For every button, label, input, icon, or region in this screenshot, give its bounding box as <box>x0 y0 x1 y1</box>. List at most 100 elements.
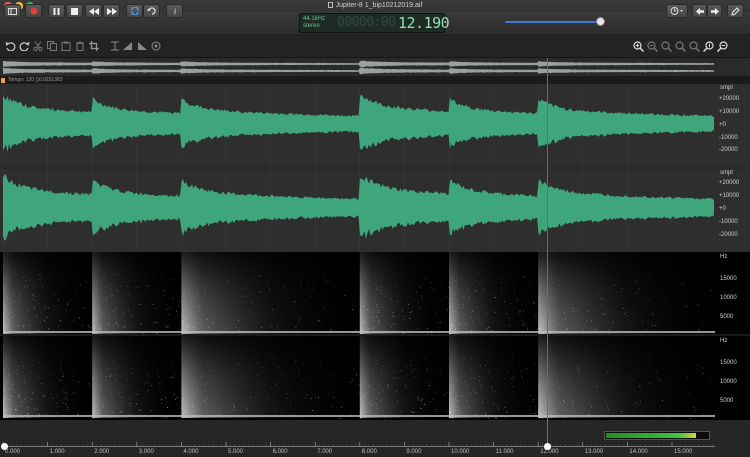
waveform-tick-ch2: -20000 <box>719 232 738 238</box>
svg-text:i: i <box>173 7 175 15</box>
waveform-view[interactable]: smpl +20000 +10000 +0 -10000 -20000 smpl… <box>0 84 750 252</box>
magnifier-selection-icon <box>660 40 672 52</box>
loop-icon <box>130 7 139 15</box>
repeat-button[interactable] <box>143 4 160 18</box>
waveform-tick-ch1: -20000 <box>719 147 738 153</box>
volume-slider-track[interactable] <box>505 21 601 23</box>
level-meter <box>604 431 710 440</box>
cut-button[interactable] <box>32 40 44 52</box>
spectrogram-units-label-ch2: Hz <box>720 338 728 344</box>
playhead-handle[interactable] <box>543 443 551 450</box>
forward-button[interactable] <box>707 4 722 18</box>
vertical-zoom-in-icon <box>702 40 714 52</box>
info-button[interactable]: i <box>166 4 183 18</box>
selection-start-handle[interactable] <box>1 443 8 450</box>
timeline-tick-label: 0.000 <box>5 449 21 455</box>
loop-button[interactable] <box>126 4 143 18</box>
spectrogram-low-band <box>3 415 715 417</box>
back-button[interactable] <box>692 4 707 18</box>
spectrogram-speckle <box>689 417 691 419</box>
waveform-canvas <box>0 84 750 252</box>
spectrogram-tick-ch1: 15000 <box>720 276 737 282</box>
fade-in-button[interactable] <box>122 40 134 52</box>
volume-slider-thumb[interactable] <box>596 17 605 26</box>
rewind-button[interactable] <box>85 4 102 18</box>
copy-icon <box>47 41 57 51</box>
zoom-in-button[interactable] <box>632 40 644 52</box>
fade-out-button[interactable] <box>136 40 148 52</box>
channels-text: stereo <box>303 23 320 29</box>
effects-button[interactable] <box>150 40 162 52</box>
arrow-left-icon <box>695 7 704 15</box>
record-button[interactable] <box>25 4 42 18</box>
stop-icon <box>71 7 78 15</box>
spectrogram-low-band <box>3 331 715 333</box>
waveform-tick-ch2: -10000 <box>719 219 738 225</box>
current-time: 12.190 <box>398 14 450 32</box>
crop-button[interactable] <box>88 40 100 52</box>
paste-icon <box>61 41 71 51</box>
timeline-tick-label: 9.000 <box>406 449 422 455</box>
paste-button[interactable] <box>60 40 72 52</box>
redo-icon <box>19 42 29 51</box>
undo-button[interactable] <box>4 40 16 52</box>
waveform-tick-ch1: +20000 <box>719 96 740 102</box>
window-title-text: Jupiter-8 1_bip10212019.aif <box>335 2 423 9</box>
info-icon: i <box>173 7 175 15</box>
zoom-fit-button[interactable] <box>674 40 686 52</box>
waveform-channel <box>3 94 714 152</box>
overview-channel-wave <box>3 60 714 68</box>
rewind-icon <box>88 7 99 15</box>
timeline-tick-label: 7.000 <box>317 449 333 455</box>
delete-button[interactable] <box>74 40 86 52</box>
tempo-marker-icon[interactable] <box>1 78 5 83</box>
zoom-selection-button[interactable] <box>660 40 672 52</box>
magnifier-zoom-in-icon <box>632 40 644 52</box>
redo-button[interactable] <box>18 40 30 52</box>
trim-icon <box>111 41 119 51</box>
timeline-tick-label: 14.000 <box>629 449 648 455</box>
sidebar-icon <box>8 7 17 15</box>
history-menu-button[interactable] <box>666 4 688 18</box>
overview-waveform <box>3 60 714 75</box>
pause-icon <box>53 7 60 15</box>
repeat-icon <box>147 7 156 15</box>
waveform-tick-ch2: +10000 <box>719 193 740 199</box>
trash-icon <box>76 41 84 51</box>
time-display: 44.1kHz stereo 00000:00 12.190 <box>299 13 450 33</box>
time-display-inactive-digits: 00000:00 <box>337 15 396 30</box>
edit-button[interactable] <box>727 4 744 18</box>
fast-forward-button[interactable] <box>103 4 120 18</box>
document-icon <box>327 2 333 8</box>
magnifier-zoom-out-icon <box>646 40 658 52</box>
pencil-icon <box>731 6 740 16</box>
timeline-tick-label: 8.000 <box>361 449 377 455</box>
timeline-tick-label: 13.000 <box>584 449 604 455</box>
pause-button[interactable] <box>48 4 65 18</box>
timeline-tick-label: 4.000 <box>183 449 199 455</box>
waveform-overview[interactable] <box>0 58 750 76</box>
zoom-full-button[interactable] <box>688 40 700 52</box>
undo-icon <box>5 42 15 51</box>
spectrogram-high-freq-fade <box>3 252 715 334</box>
spectrogram-view[interactable]: Hz 15000 10000 5000 Hz 15000 10000 5000 <box>0 252 750 420</box>
timeline-tick-label: 2.000 <box>94 449 110 455</box>
vertical-zoom-in-button[interactable] <box>702 40 714 52</box>
magnifier-full-icon <box>688 40 700 52</box>
spectrogram-high-freq-fade <box>3 336 715 418</box>
fade-out-icon <box>138 42 147 50</box>
copy-button[interactable] <box>46 40 58 52</box>
waveform-units-label-ch2: smpl <box>720 170 733 176</box>
playhead[interactable] <box>546 58 548 448</box>
waveform-tick-ch1: +0 <box>719 122 726 128</box>
fade-in-icon <box>123 42 132 50</box>
sidebar-toggle-button[interactable] <box>4 4 21 18</box>
timeline-tick-label: 1.000 <box>49 449 65 455</box>
vertical-zoom-out-button[interactable] <box>716 40 728 52</box>
trim-button[interactable] <box>109 40 121 52</box>
clock-icon <box>670 7 683 15</box>
magnifier-fit-icon <box>674 40 686 52</box>
spectrogram-canvas <box>0 252 750 419</box>
stop-button[interactable] <box>66 4 83 18</box>
zoom-out-button[interactable] <box>646 40 658 52</box>
